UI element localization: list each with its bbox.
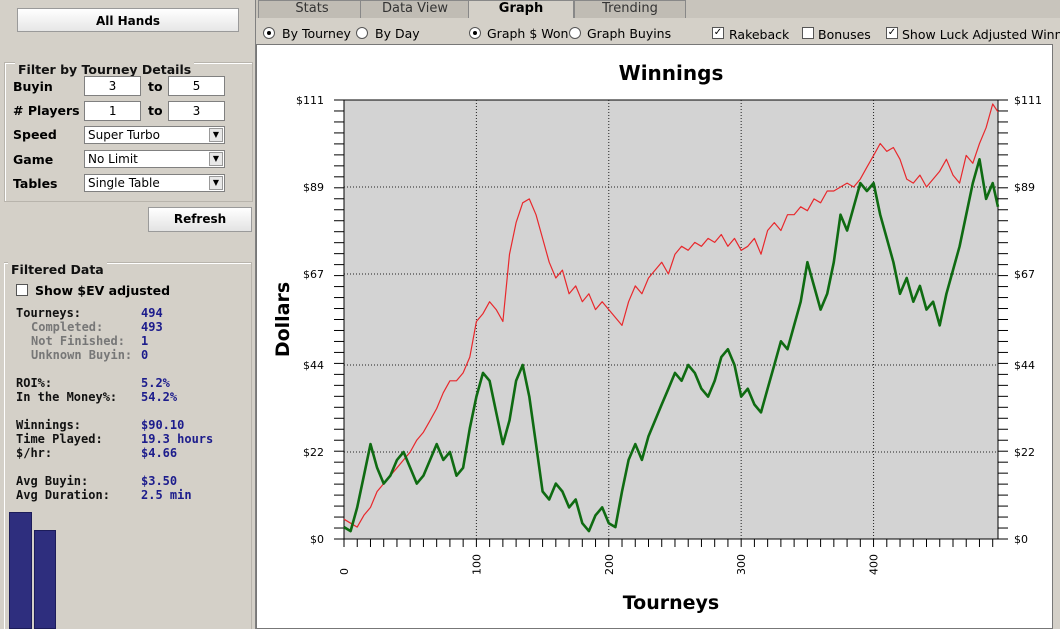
y-tick-label-right: $22: [1014, 446, 1035, 459]
y-tick-label-left: $89: [303, 181, 324, 194]
stat-label: Avg Buyin:: [16, 474, 89, 488]
rakeback-checkbox[interactable]: ✓: [712, 27, 724, 39]
chevron-down-icon[interactable]: ▼: [209, 176, 223, 190]
x-tick-label: 100: [470, 554, 483, 575]
buyin-to-input[interactable]: 5: [168, 76, 225, 96]
stat-value: 493: [141, 320, 163, 334]
y-tick-label-left: $111: [296, 94, 324, 107]
bonuses-checkbox[interactable]: [802, 27, 814, 39]
luck-adjusted-checkbox[interactable]: ✓: [886, 27, 898, 39]
tab-bar: Stats Data View Graph Trending: [256, 0, 1060, 18]
filter-group-title: Filter by Tourney Details: [15, 62, 195, 77]
x-axis-label: Tourneys: [623, 592, 720, 614]
stat-label: Unknown Buyin:: [31, 348, 133, 362]
x-tick-label: 300: [735, 554, 748, 575]
tables-select-value: Single Table: [88, 176, 160, 190]
stat-label: In the Money%:: [16, 390, 118, 404]
graph-buyins-radio[interactable]: [569, 27, 581, 39]
stat-value: 1: [141, 334, 149, 348]
stat-value: 5.2%: [141, 376, 170, 390]
stat-value: 494: [141, 306, 163, 320]
bonuses-label[interactable]: Bonuses: [818, 27, 871, 42]
all-hands-button[interactable]: All Hands: [17, 8, 239, 32]
tab-trending[interactable]: Trending: [574, 0, 686, 18]
plot-area: [343, 99, 999, 540]
stat-label: Completed:: [31, 320, 104, 334]
tables-label: Tables: [13, 176, 58, 191]
players-label: # Players: [13, 103, 80, 118]
y-tick-label-left: $0: [310, 533, 324, 546]
by-tourney-radio[interactable]: [263, 27, 275, 39]
chevron-down-icon[interactable]: ▼: [209, 152, 223, 166]
winnings-chart: $0 $0 $22 $22 $44 $44 $67 $67 $89 $89 $111 $111 0 100…: [272, 61, 1042, 614]
y-tick-label-right: $44: [1014, 359, 1035, 372]
y-tick-label-left: $44: [303, 359, 324, 372]
stat-value: 2.5 min: [141, 488, 192, 502]
buyin-from-input[interactable]: 3: [84, 76, 141, 96]
tab-graph[interactable]: Graph: [468, 0, 574, 18]
chart-title: Winnings: [619, 61, 724, 85]
players-to-label: to: [148, 103, 163, 118]
mini-bar: [9, 512, 32, 629]
x-tick-label: 400: [868, 554, 881, 575]
tables-select[interactable]: Single Table ▼: [84, 174, 225, 192]
chevron-down-icon[interactable]: ▼: [209, 128, 223, 142]
mini-bar: [34, 530, 56, 629]
stat-label: Time Played:: [16, 432, 103, 446]
stat-value: 54.2%: [141, 390, 178, 404]
y-tick-label-left: $22: [303, 446, 324, 459]
show-ev-checkbox[interactable]: [16, 284, 28, 296]
speed-select-value: Super Turbo: [88, 128, 160, 142]
y-tick-label-right: $89: [1014, 181, 1035, 194]
by-day-radio[interactable]: [356, 27, 368, 39]
stat-label: Not Finished:: [31, 334, 125, 348]
game-label: Game: [13, 152, 54, 167]
stat-value: $90.10: [141, 418, 185, 432]
stat-label: Winnings:: [16, 418, 82, 432]
refresh-button[interactable]: Refresh: [148, 207, 252, 232]
stat-value: 0: [141, 348, 149, 362]
stat-label: $/hr:: [16, 446, 53, 460]
stat-value: $4.66: [141, 446, 178, 460]
luck-adjusted-label[interactable]: Show Luck Adjusted Winnings: [902, 27, 1060, 42]
players-to-input[interactable]: 3: [168, 101, 225, 121]
y-tick-label-right: $67: [1014, 268, 1035, 281]
rakeback-label[interactable]: Rakeback: [729, 27, 789, 42]
y-tick-label-left: $67: [303, 268, 324, 281]
graph-won-label[interactable]: Graph $ Won: [487, 26, 568, 41]
graph-options-bar: By Tourney By Day Graph $ Won Graph Buyi…: [256, 22, 1060, 44]
stat-value: 19.3 hours: [141, 432, 214, 446]
by-tourney-label[interactable]: By Tourney: [282, 26, 351, 41]
graph-buyins-label[interactable]: Graph Buyins: [587, 26, 671, 41]
show-ev-label[interactable]: Show $EV adjusted: [35, 283, 170, 298]
stat-label: Avg Duration:: [16, 488, 110, 502]
players-from-input[interactable]: 1: [84, 101, 141, 121]
game-select-value: No Limit: [88, 152, 138, 166]
x-tick-label: 200: [603, 554, 616, 575]
game-select[interactable]: No Limit ▼: [84, 150, 225, 168]
stat-label: ROI%:: [16, 376, 53, 390]
y-tick-label-right: $0: [1014, 533, 1028, 546]
tab-data-view[interactable]: Data View: [360, 0, 470, 18]
by-day-label[interactable]: By Day: [375, 26, 420, 41]
tab-stats[interactable]: Stats: [258, 0, 366, 18]
winnings-chart-panel: $0 $0 $22 $22 $44 $44 $67 $67 $89 $89 $111 $111 0 100…: [256, 44, 1053, 629]
stat-label: Tourneys:: [16, 306, 82, 320]
speed-label: Speed: [13, 127, 57, 142]
stat-value: $3.50: [141, 474, 178, 488]
y-tick-label-right: $111: [1014, 94, 1042, 107]
y-axis-label: Dollars: [272, 282, 294, 357]
graph-won-radio[interactable]: [469, 27, 481, 39]
speed-select[interactable]: Super Turbo ▼: [84, 126, 225, 144]
filter-sidebar: All Hands Filter by Tourney Details Buyi…: [0, 0, 256, 629]
filtered-data-title: Filtered Data: [8, 262, 107, 277]
x-tick-label: 0: [338, 568, 351, 575]
buyin-to-label: to: [148, 79, 163, 94]
buyin-label: Buyin: [13, 79, 53, 94]
